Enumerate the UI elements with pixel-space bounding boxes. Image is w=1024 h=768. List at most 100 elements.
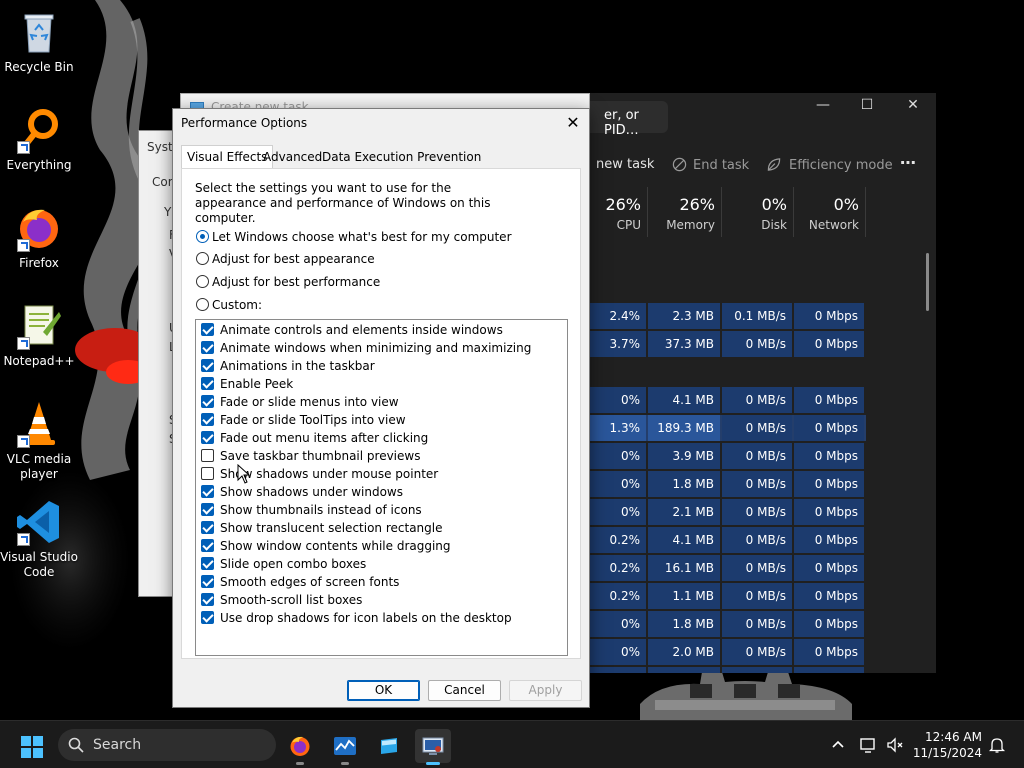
- effect-checkbox-item[interactable]: Show window contents while dragging: [201, 537, 451, 555]
- effect-checkbox-item[interactable]: Show translucent selection rectangle: [201, 519, 443, 537]
- shortcut-arrow-icon: [17, 435, 30, 448]
- effect-checkbox-item[interactable]: Save taskbar thumbnail previews: [201, 447, 420, 465]
- checkbox-checked-icon[interactable]: [201, 413, 214, 426]
- table-row[interactable]: 3.7% 37.3 MB 0 MB/s 0 Mbps: [590, 331, 866, 357]
- effect-label: Animations in the taskbar: [220, 359, 375, 373]
- desktop-icon-recycle-bin[interactable]: Recycle Bin: [0, 8, 78, 75]
- checkbox-checked-icon[interactable]: [201, 557, 214, 570]
- effect-checkbox-item[interactable]: Slide open combo boxes: [201, 555, 366, 573]
- checkbox-unchecked-icon[interactable]: [201, 467, 214, 480]
- effect-checkbox-item[interactable]: Show shadows under windows: [201, 483, 403, 501]
- task-manager-window[interactable]: — ☐ ✕ er, or PID… new task End task Effi…: [590, 93, 936, 673]
- desktop-icon-notepad-plus-plus[interactable]: Notepad++: [0, 302, 78, 369]
- effect-checkbox-item[interactable]: Smooth edges of screen fonts: [201, 573, 399, 591]
- checkbox-checked-icon[interactable]: [201, 395, 214, 408]
- run-new-task-button[interactable]: new task: [596, 157, 654, 172]
- effect-checkbox-item[interactable]: Show thumbnails instead of icons: [201, 501, 422, 519]
- desktop-icon-vscode[interactable]: Visual Studio Code: [0, 498, 78, 580]
- effect-checkbox-item[interactable]: Fade out menu items after clicking: [201, 429, 428, 447]
- effect-checkbox-item[interactable]: Animate windows when minimizing and maxi…: [201, 339, 531, 357]
- taskbar-app-firefox[interactable]: [282, 729, 318, 765]
- radio-best-performance[interactable]: Adjust for best performance: [196, 273, 380, 291]
- visual-effects-list[interactable]: Animate controls and elements inside win…: [195, 319, 568, 656]
- effect-checkbox-item[interactable]: Enable Peek: [201, 375, 293, 393]
- effect-checkbox-item[interactable]: Use drop shadows for icon labels on the …: [201, 609, 512, 627]
- checkbox-unchecked-icon[interactable]: [201, 449, 214, 462]
- taskbar-app-task-manager[interactable]: [327, 729, 363, 765]
- checkbox-checked-icon[interactable]: [201, 359, 214, 372]
- process-group-header[interactable]: [590, 275, 866, 301]
- end-task-button[interactable]: End task: [672, 157, 749, 173]
- cpu-cell: [590, 359, 646, 385]
- minimize-icon[interactable]: —: [800, 97, 846, 119]
- checkbox-checked-icon[interactable]: [201, 431, 214, 444]
- checkbox-checked-icon[interactable]: [201, 503, 214, 516]
- ok-button[interactable]: OK: [347, 680, 420, 701]
- column-header-cpu[interactable]: 26% CPU: [590, 187, 648, 237]
- table-row[interactable]: 0.2% 16.1 MB 0 MB/s 0 Mbps: [590, 555, 866, 581]
- desktop-icon-everything[interactable]: Everything: [0, 106, 78, 173]
- network-icon[interactable]: [860, 736, 878, 754]
- taskbar-search-box[interactable]: Search: [58, 729, 276, 761]
- performance-options-dialog[interactable]: Performance Options ✕ Visual Effects Adv…: [172, 108, 590, 708]
- table-row[interactable]: 0% 3.9 MB 0 MB/s 0 Mbps: [590, 443, 866, 469]
- close-icon[interactable]: ✕: [561, 111, 585, 135]
- windows-start-icon[interactable]: [20, 735, 44, 759]
- desktop-icon-firefox[interactable]: Firefox: [0, 204, 78, 271]
- checkbox-checked-icon[interactable]: [201, 341, 214, 354]
- table-row[interactable]: 0% 1.8 MB 0 MB/s 0 Mbps: [590, 471, 866, 497]
- effect-checkbox-item[interactable]: Smooth-scroll list boxes: [201, 591, 362, 609]
- maximize-icon[interactable]: ☐: [844, 97, 890, 119]
- effect-checkbox-item[interactable]: Animations in the taskbar: [201, 357, 375, 375]
- network-cell: 0 Mbps: [794, 443, 864, 469]
- radio-button-icon: [196, 230, 209, 243]
- firefox-icon: [290, 736, 310, 756]
- table-row[interactable]: 0% 1.8 MB 0 MB/s 0 Mbps: [590, 611, 866, 637]
- table-row[interactable]: 0.2% 1.1 MB 0 MB/s 0 Mbps: [590, 583, 866, 609]
- checkbox-checked-icon[interactable]: [201, 539, 214, 552]
- column-header-disk[interactable]: 0% Disk: [722, 187, 794, 237]
- more-options-button[interactable]: ⋯: [900, 153, 916, 172]
- checkbox-checked-icon[interactable]: [201, 521, 214, 534]
- effect-checkbox-item[interactable]: Fade or slide menus into view: [201, 393, 399, 411]
- table-row[interactable]: 1.3% 189.3 MB 0 MB/s 0 Mbps: [590, 415, 866, 441]
- checkbox-checked-icon[interactable]: [201, 485, 214, 498]
- checkbox-checked-icon[interactable]: [201, 611, 214, 624]
- cancel-button[interactable]: Cancel: [428, 680, 501, 701]
- memory-cell: 16.1 MB: [648, 555, 720, 581]
- cpu-cell: 0%: [590, 611, 646, 637]
- table-row[interactable]: 0.2% 4.1 MB 0 MB/s 0 Mbps: [590, 527, 866, 553]
- taskbar-app-explorer[interactable]: [371, 729, 407, 763]
- process-group-header[interactable]: [590, 359, 866, 385]
- table-row[interactable]: 0% 2.0 MB 0 MB/s 0 Mbps: [590, 639, 866, 665]
- process-list-scrollbar[interactable]: [926, 253, 929, 311]
- table-row[interactable]: 0% 2.1 MB 0 MB/s 0 Mbps: [590, 499, 866, 525]
- checkbox-checked-icon[interactable]: [201, 575, 214, 588]
- checkbox-checked-icon[interactable]: [201, 377, 214, 390]
- effect-checkbox-item[interactable]: Fade or slide ToolTips into view: [201, 411, 406, 429]
- efficiency-mode-button[interactable]: Efficiency mode: [766, 157, 893, 173]
- task-manager-search-box[interactable]: er, or PID…: [590, 101, 668, 138]
- radio-custom[interactable]: Custom:: [196, 296, 262, 314]
- taskbar-clock[interactable]: 12:46 AM 11/15/2024: [913, 729, 982, 761]
- radio-let-windows-choose[interactable]: Let Windows choose what's best for my co…: [196, 228, 512, 246]
- radio-button-icon: [196, 298, 209, 311]
- checkbox-checked-icon[interactable]: [201, 593, 214, 606]
- task-manager-close-icon[interactable]: ✕: [890, 97, 936, 119]
- notification-bell-icon[interactable]: [988, 736, 1006, 754]
- radio-label: Adjust for best performance: [212, 275, 381, 289]
- tab-data-execution-prevention[interactable]: Data Execution Prevention: [317, 147, 486, 169]
- radio-best-appearance[interactable]: Adjust for best appearance: [196, 250, 375, 268]
- chevron-up-icon[interactable]: [829, 736, 847, 754]
- volume-muted-icon[interactable]: [886, 736, 904, 754]
- checkbox-checked-icon[interactable]: [201, 323, 214, 336]
- column-header-network[interactable]: 0% Network: [794, 187, 866, 237]
- effect-checkbox-item[interactable]: Animate controls and elements inside win…: [201, 321, 503, 339]
- table-row[interactable]: 2.4% 2.3 MB 0.1 MB/s 0 Mbps: [590, 303, 866, 329]
- table-row[interactable]: 0% 4.1 MB 0 MB/s 0 Mbps: [590, 387, 866, 413]
- desktop-icon-vlc[interactable]: VLC media player: [0, 400, 78, 482]
- table-row[interactable]: 0%1.5 MB0 MB/s0 Mbps: [590, 667, 866, 673]
- apply-button[interactable]: Apply: [509, 680, 582, 701]
- column-header-memory[interactable]: 26% Memory: [648, 187, 722, 237]
- taskbar-app-performance-options[interactable]: [415, 729, 451, 765]
